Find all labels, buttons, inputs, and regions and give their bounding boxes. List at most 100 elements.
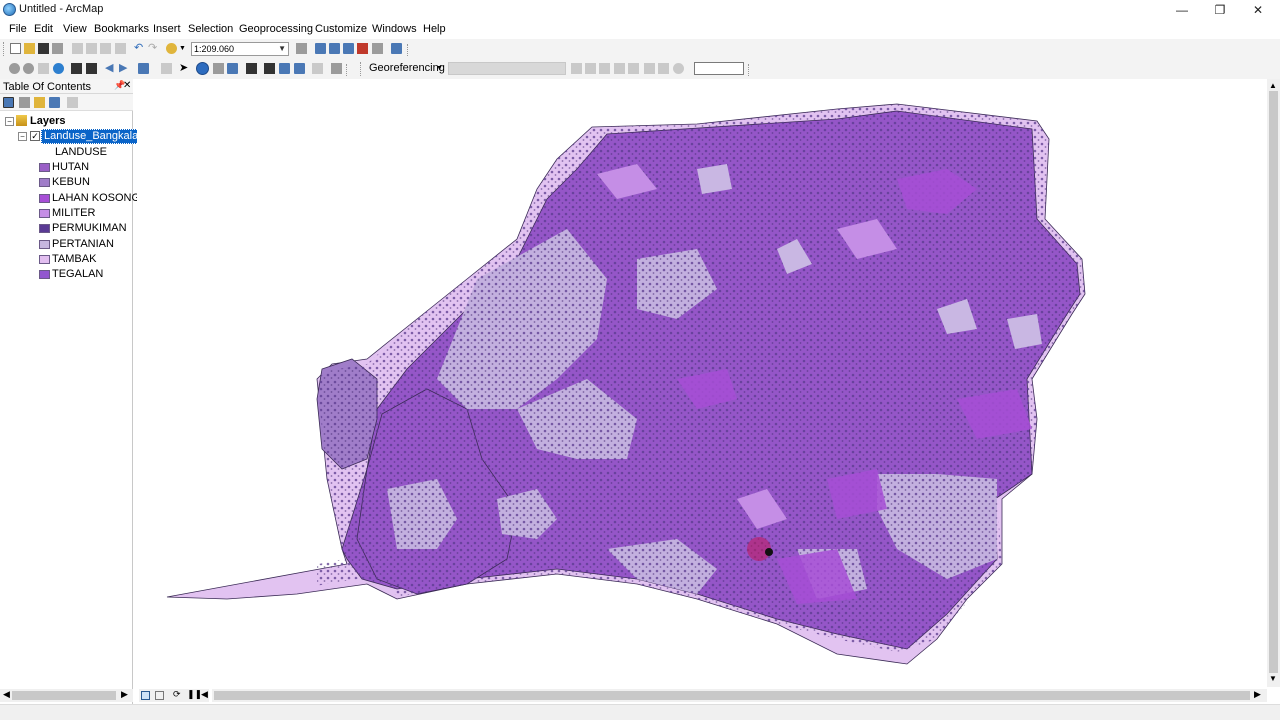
pause-drawing-icon[interactable]: ❚❚ xyxy=(187,689,202,700)
fixed-zoom-out-icon[interactable] xyxy=(86,63,97,74)
identify-icon[interactable] xyxy=(196,62,209,75)
data-view-icon[interactable] xyxy=(141,691,150,700)
find-icon[interactable] xyxy=(264,63,275,74)
select-elements-icon[interactable]: ➤ xyxy=(179,63,190,74)
close-button[interactable]: ✕ xyxy=(1239,0,1277,20)
new-document-icon[interactable] xyxy=(10,43,21,54)
open-folder-icon[interactable] xyxy=(24,43,35,54)
delete-icon[interactable] xyxy=(115,43,126,54)
catalog-window-icon[interactable] xyxy=(329,43,340,54)
refresh-icon[interactable]: ⟳ xyxy=(173,689,181,700)
scroll-thumb[interactable] xyxy=(214,691,1250,700)
layout-view-icon[interactable] xyxy=(155,691,164,700)
toolbar-options-icon[interactable] xyxy=(407,44,410,56)
collapse-layers-icon[interactable]: − xyxy=(5,117,14,126)
restore-button[interactable]: ❐ xyxy=(1201,0,1239,20)
list-by-selection-icon[interactable] xyxy=(49,97,60,108)
viewer-icon[interactable] xyxy=(658,63,669,74)
scroll-left-icon[interactable]: ◀ xyxy=(3,689,10,700)
scroll-thumb[interactable] xyxy=(12,691,116,700)
legend-swatch-kebun[interactable] xyxy=(39,178,50,187)
legend-swatch-tambak[interactable] xyxy=(39,255,50,264)
map-canvas[interactable] xyxy=(137,79,1267,687)
legend-swatch-tegalan[interactable] xyxy=(39,270,50,279)
copy-icon[interactable] xyxy=(86,43,97,54)
toc-horizontal-scrollbar[interactable]: ◀ ▶ xyxy=(0,689,133,702)
collapse-layer-icon[interactable]: − xyxy=(18,132,27,141)
menu-edit[interactable]: Edit xyxy=(34,23,53,35)
go-to-xy-icon[interactable] xyxy=(294,63,305,74)
rotate-reset-icon[interactable] xyxy=(673,63,684,74)
full-extent-icon[interactable] xyxy=(53,63,64,74)
list-by-drawing-order-icon[interactable] xyxy=(3,97,14,108)
georeferencing-menu[interactable]: Georeferencing xyxy=(369,62,445,74)
dataframe-label[interactable]: Layers xyxy=(30,115,65,127)
back-extent-icon[interactable]: ◀ xyxy=(105,63,116,74)
menu-view[interactable]: View xyxy=(63,23,87,35)
pan-icon[interactable] xyxy=(38,63,49,74)
legend-swatch-pertanian[interactable] xyxy=(39,240,50,249)
hyperlink-icon[interactable] xyxy=(213,63,224,74)
toolbar-options-icon[interactable] xyxy=(748,64,751,76)
menu-insert[interactable]: Insert xyxy=(153,23,181,35)
time-slider-icon[interactable] xyxy=(312,63,323,74)
chevron-down-icon[interactable]: ▼ xyxy=(436,65,443,72)
cut-icon[interactable] xyxy=(72,43,83,54)
find-route-icon[interactable] xyxy=(279,63,290,74)
toolbar-options-icon[interactable] xyxy=(346,64,349,76)
delete-control-points-icon[interactable] xyxy=(628,63,639,74)
undo-icon[interactable]: ↶ xyxy=(134,43,145,54)
zoom-out-icon[interactable] xyxy=(23,63,34,74)
fixed-zoom-in-icon[interactable] xyxy=(71,63,82,74)
measure-icon[interactable] xyxy=(246,63,257,74)
legend-swatch-hutan[interactable] xyxy=(39,163,50,172)
auto-registration-icon[interactable] xyxy=(614,63,625,74)
map-display[interactable] xyxy=(137,79,1267,687)
python-window-icon[interactable] xyxy=(372,43,383,54)
editor-toolbar-icon[interactable] xyxy=(296,43,307,54)
print-icon[interactable] xyxy=(52,43,63,54)
model-builder-icon[interactable] xyxy=(391,43,402,54)
scroll-up-icon[interactable]: ▲ xyxy=(1269,81,1277,90)
close-icon[interactable]: ✕ xyxy=(123,80,131,91)
menu-file[interactable]: File xyxy=(9,23,27,35)
add-control-points-icon[interactable] xyxy=(599,63,610,74)
list-by-source-icon[interactable] xyxy=(19,97,30,108)
save-icon[interactable] xyxy=(38,43,49,54)
rotation-input[interactable] xyxy=(694,62,744,75)
menu-selection[interactable]: Selection xyxy=(188,23,233,35)
redo-icon[interactable]: ↷ xyxy=(148,43,159,54)
legend-swatch-militer[interactable] xyxy=(39,209,50,218)
chevron-down-icon[interactable]: ▼ xyxy=(278,43,286,55)
add-data-icon[interactable] xyxy=(166,43,177,54)
menu-windows[interactable]: Windows xyxy=(372,23,417,35)
forward-extent-icon[interactable]: ▶ xyxy=(119,63,130,74)
menu-bookmarks[interactable]: Bookmarks xyxy=(94,23,149,35)
create-viewer-window-icon[interactable] xyxy=(331,63,342,74)
map-scale-combobox[interactable]: 1:209.060 ▼ xyxy=(191,42,289,56)
map-horizontal-scrollbar[interactable]: ▶ xyxy=(212,689,1267,702)
toc-options-icon[interactable] xyxy=(67,97,78,108)
html-popup-icon[interactable] xyxy=(227,63,238,74)
georef-toolbar-grip[interactable] xyxy=(360,62,363,76)
view-link-table-icon[interactable] xyxy=(644,63,655,74)
scroll-down-icon[interactable]: ▼ xyxy=(1269,674,1277,683)
legend-swatch-permukiman[interactable] xyxy=(39,224,50,233)
rotate-icon[interactable] xyxy=(571,63,582,74)
scroll-right-icon[interactable]: ▶ xyxy=(1254,689,1261,700)
select-features-icon[interactable] xyxy=(138,63,149,74)
list-by-visibility-icon[interactable] xyxy=(34,97,45,108)
scroll-thumb[interactable] xyxy=(1269,91,1278,673)
map-vertical-scrollbar[interactable]: ▲ ▼ xyxy=(1267,79,1280,687)
scroll-left-icon[interactable]: ◀ xyxy=(201,689,208,700)
georef-layer-combobox[interactable] xyxy=(448,62,566,75)
paste-icon[interactable] xyxy=(100,43,111,54)
layer-visibility-checkbox[interactable]: ✓ xyxy=(30,131,40,141)
clear-selection-icon[interactable] xyxy=(161,63,172,74)
table-of-contents-icon[interactable] xyxy=(315,43,326,54)
toolbar-grip[interactable] xyxy=(3,42,6,56)
arctoolbox-icon[interactable] xyxy=(357,43,368,54)
search-window-icon[interactable] xyxy=(343,43,354,54)
layer-name[interactable]: Landuse_Bangkalan xyxy=(41,129,148,144)
add-data-dropdown-icon[interactable]: ▼ xyxy=(179,45,186,52)
